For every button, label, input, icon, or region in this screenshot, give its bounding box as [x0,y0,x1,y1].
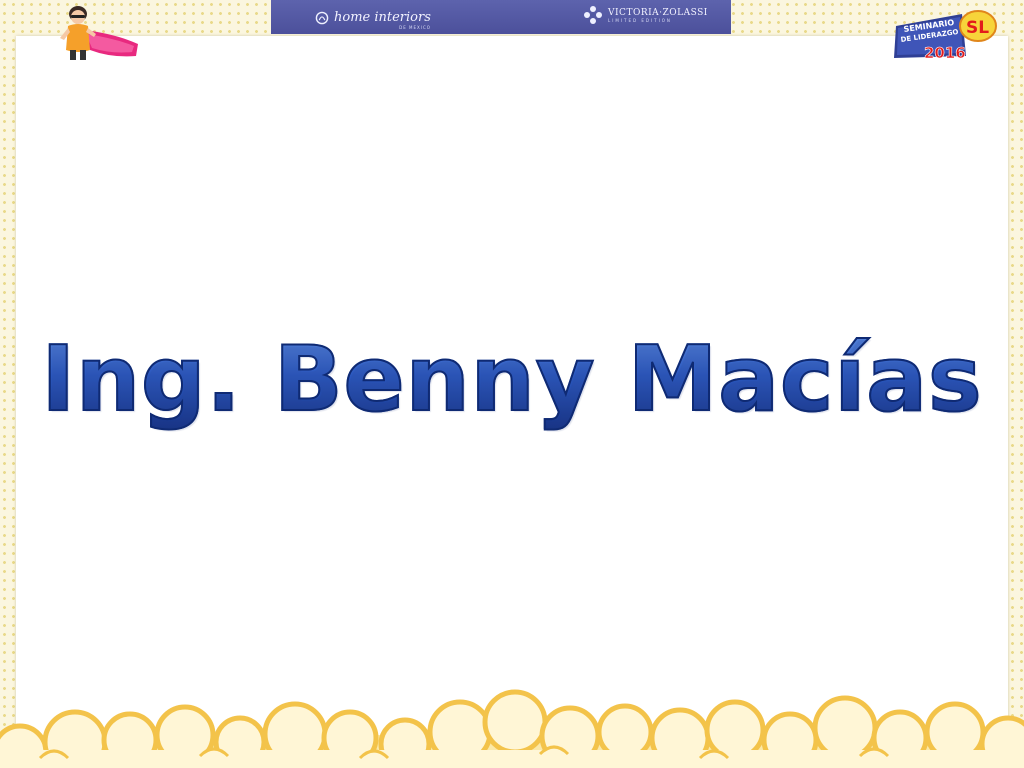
superhero-woman-icon [60,6,138,60]
victoria-zolassi-logo: VICTORIA·ZOLASSI LIMITED EDITION [583,5,708,25]
seminario-liderazgo-badge: SEMINARIO DE LIDERAZGO 2016 SL [894,10,997,62]
flower-logo-icon [584,6,602,24]
badge-year: 2016 [924,44,966,62]
header-banner: home interiors DE MEXICO VICTORIA·ZOLASS… [271,0,731,34]
cloud-border-decoration [0,689,1024,768]
logo-right-name: VICTORIA·ZOLASSI [608,7,708,18]
badge-initials: SL [966,18,989,38]
home-interiors-logo: home interiors DE MEXICO [315,6,431,30]
logo-left-sub: DE MEXICO [399,25,431,30]
flower-logo-icon [315,11,329,25]
logo-right-sub: LIMITED EDITION [608,17,672,23]
logo-left-name: home interiors [334,10,431,25]
speaker-name-title: Ing. Benny Macías [0,329,1024,430]
